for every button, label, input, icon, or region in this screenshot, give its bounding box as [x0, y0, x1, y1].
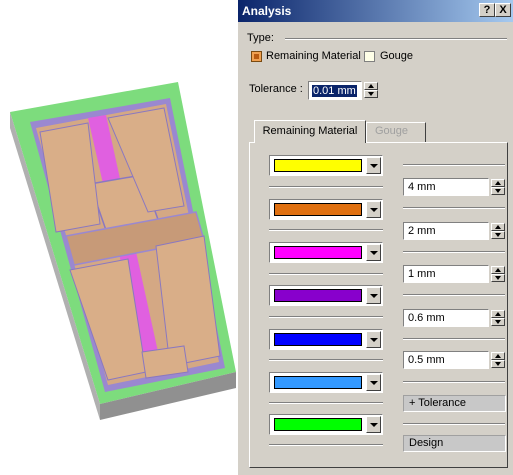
threshold-input-2[interactable]: 2 mm [403, 222, 489, 240]
spin-up-icon[interactable] [491, 266, 505, 274]
part-model [10, 82, 236, 420]
threshold-input-1[interactable]: 4 mm [403, 178, 489, 196]
dropdown-arrow-icon[interactable] [366, 201, 381, 218]
color-combo-7[interactable] [269, 414, 383, 435]
gouge-checkbox[interactable] [364, 51, 375, 62]
spin-down-icon[interactable] [491, 318, 505, 326]
separator [269, 402, 383, 404]
separator [403, 381, 505, 383]
threshold-spinner-2[interactable] [491, 223, 505, 239]
spin-down-icon[interactable] [491, 187, 505, 195]
threshold-input-3[interactable]: 1 mm [403, 265, 489, 283]
threshold-spinner-4[interactable] [491, 310, 505, 326]
type-separator [285, 38, 507, 40]
separator [269, 444, 383, 446]
help-button[interactable]: ? [479, 3, 495, 17]
color-combo-4[interactable] [269, 285, 383, 306]
remaining-material-checkbox[interactable] [251, 51, 262, 62]
threshold-input-4[interactable]: 0.6 mm [403, 309, 489, 327]
dropdown-arrow-icon[interactable] [366, 287, 381, 304]
gouge-label[interactable]: Gouge [380, 50, 413, 62]
threshold-spinner-1[interactable] [491, 179, 505, 195]
spin-down-icon[interactable] [491, 274, 505, 282]
tolerance-input[interactable]: 0.01 mm [308, 81, 362, 100]
dialog-title: Analysis [242, 4, 292, 18]
dropdown-arrow-icon[interactable] [366, 331, 381, 348]
spin-down-icon[interactable] [491, 360, 505, 368]
threshold-spinner-3[interactable] [491, 266, 505, 282]
separator [269, 359, 383, 361]
color-swatch [274, 333, 362, 346]
spin-up-icon[interactable] [491, 179, 505, 187]
tolerance-label: Tolerance : [249, 83, 303, 95]
color-combo-3[interactable] [269, 242, 383, 263]
separator [269, 186, 383, 188]
separator [403, 207, 505, 209]
tolerance-spinner[interactable] [364, 82, 378, 98]
spin-up-icon[interactable] [491, 310, 505, 318]
separator [269, 229, 383, 231]
separator [269, 316, 383, 318]
separator [403, 294, 505, 296]
separator [403, 338, 505, 340]
color-swatch [274, 203, 362, 216]
color-swatch [274, 418, 362, 431]
spin-up-icon[interactable] [491, 352, 505, 360]
separator [269, 273, 383, 275]
tab-remaining-material[interactable]: Remaining Material [254, 120, 366, 143]
spin-down-icon[interactable] [491, 231, 505, 239]
dropdown-arrow-icon[interactable] [366, 374, 381, 391]
dropdown-arrow-icon[interactable] [366, 244, 381, 261]
separator [403, 251, 505, 253]
design-button[interactable]: Design [403, 435, 506, 452]
close-button[interactable]: X [495, 3, 511, 17]
tolerance-value: 0.01 mm [312, 85, 357, 97]
color-swatch [274, 376, 362, 389]
remaining-material-panel: 4 mm 2 mm 1 mm 0.6 mm 0.5 mm + Tolerance… [249, 142, 508, 468]
color-combo-1[interactable] [269, 155, 383, 176]
threshold-spinner-5[interactable] [491, 352, 505, 368]
spin-up-icon[interactable] [491, 223, 505, 231]
spin-up-icon[interactable] [364, 82, 378, 90]
analysis-dialog: Analysis ? X Type: Remaining Material Go… [237, 0, 513, 475]
end-block [141, 345, 189, 379]
tab-gouge[interactable]: Gouge [366, 122, 426, 142]
color-swatch [274, 159, 362, 172]
color-combo-5[interactable] [269, 329, 383, 350]
remaining-material-label[interactable]: Remaining Material [266, 50, 361, 62]
color-combo-2[interactable] [269, 199, 383, 220]
3d-viewport[interactable] [0, 0, 237, 475]
color-swatch [274, 289, 362, 302]
color-combo-6[interactable] [269, 372, 383, 393]
separator [403, 164, 505, 166]
color-swatch [274, 246, 362, 259]
separator [403, 423, 505, 425]
threshold-input-5[interactable]: 0.5 mm [403, 351, 489, 369]
dropdown-arrow-icon[interactable] [366, 416, 381, 433]
dropdown-arrow-icon[interactable] [366, 157, 381, 174]
title-bar[interactable]: Analysis ? X [238, 0, 513, 22]
spin-down-icon[interactable] [364, 90, 378, 98]
plus-tolerance-button[interactable]: + Tolerance [403, 395, 506, 412]
type-label: Type: [247, 32, 274, 44]
